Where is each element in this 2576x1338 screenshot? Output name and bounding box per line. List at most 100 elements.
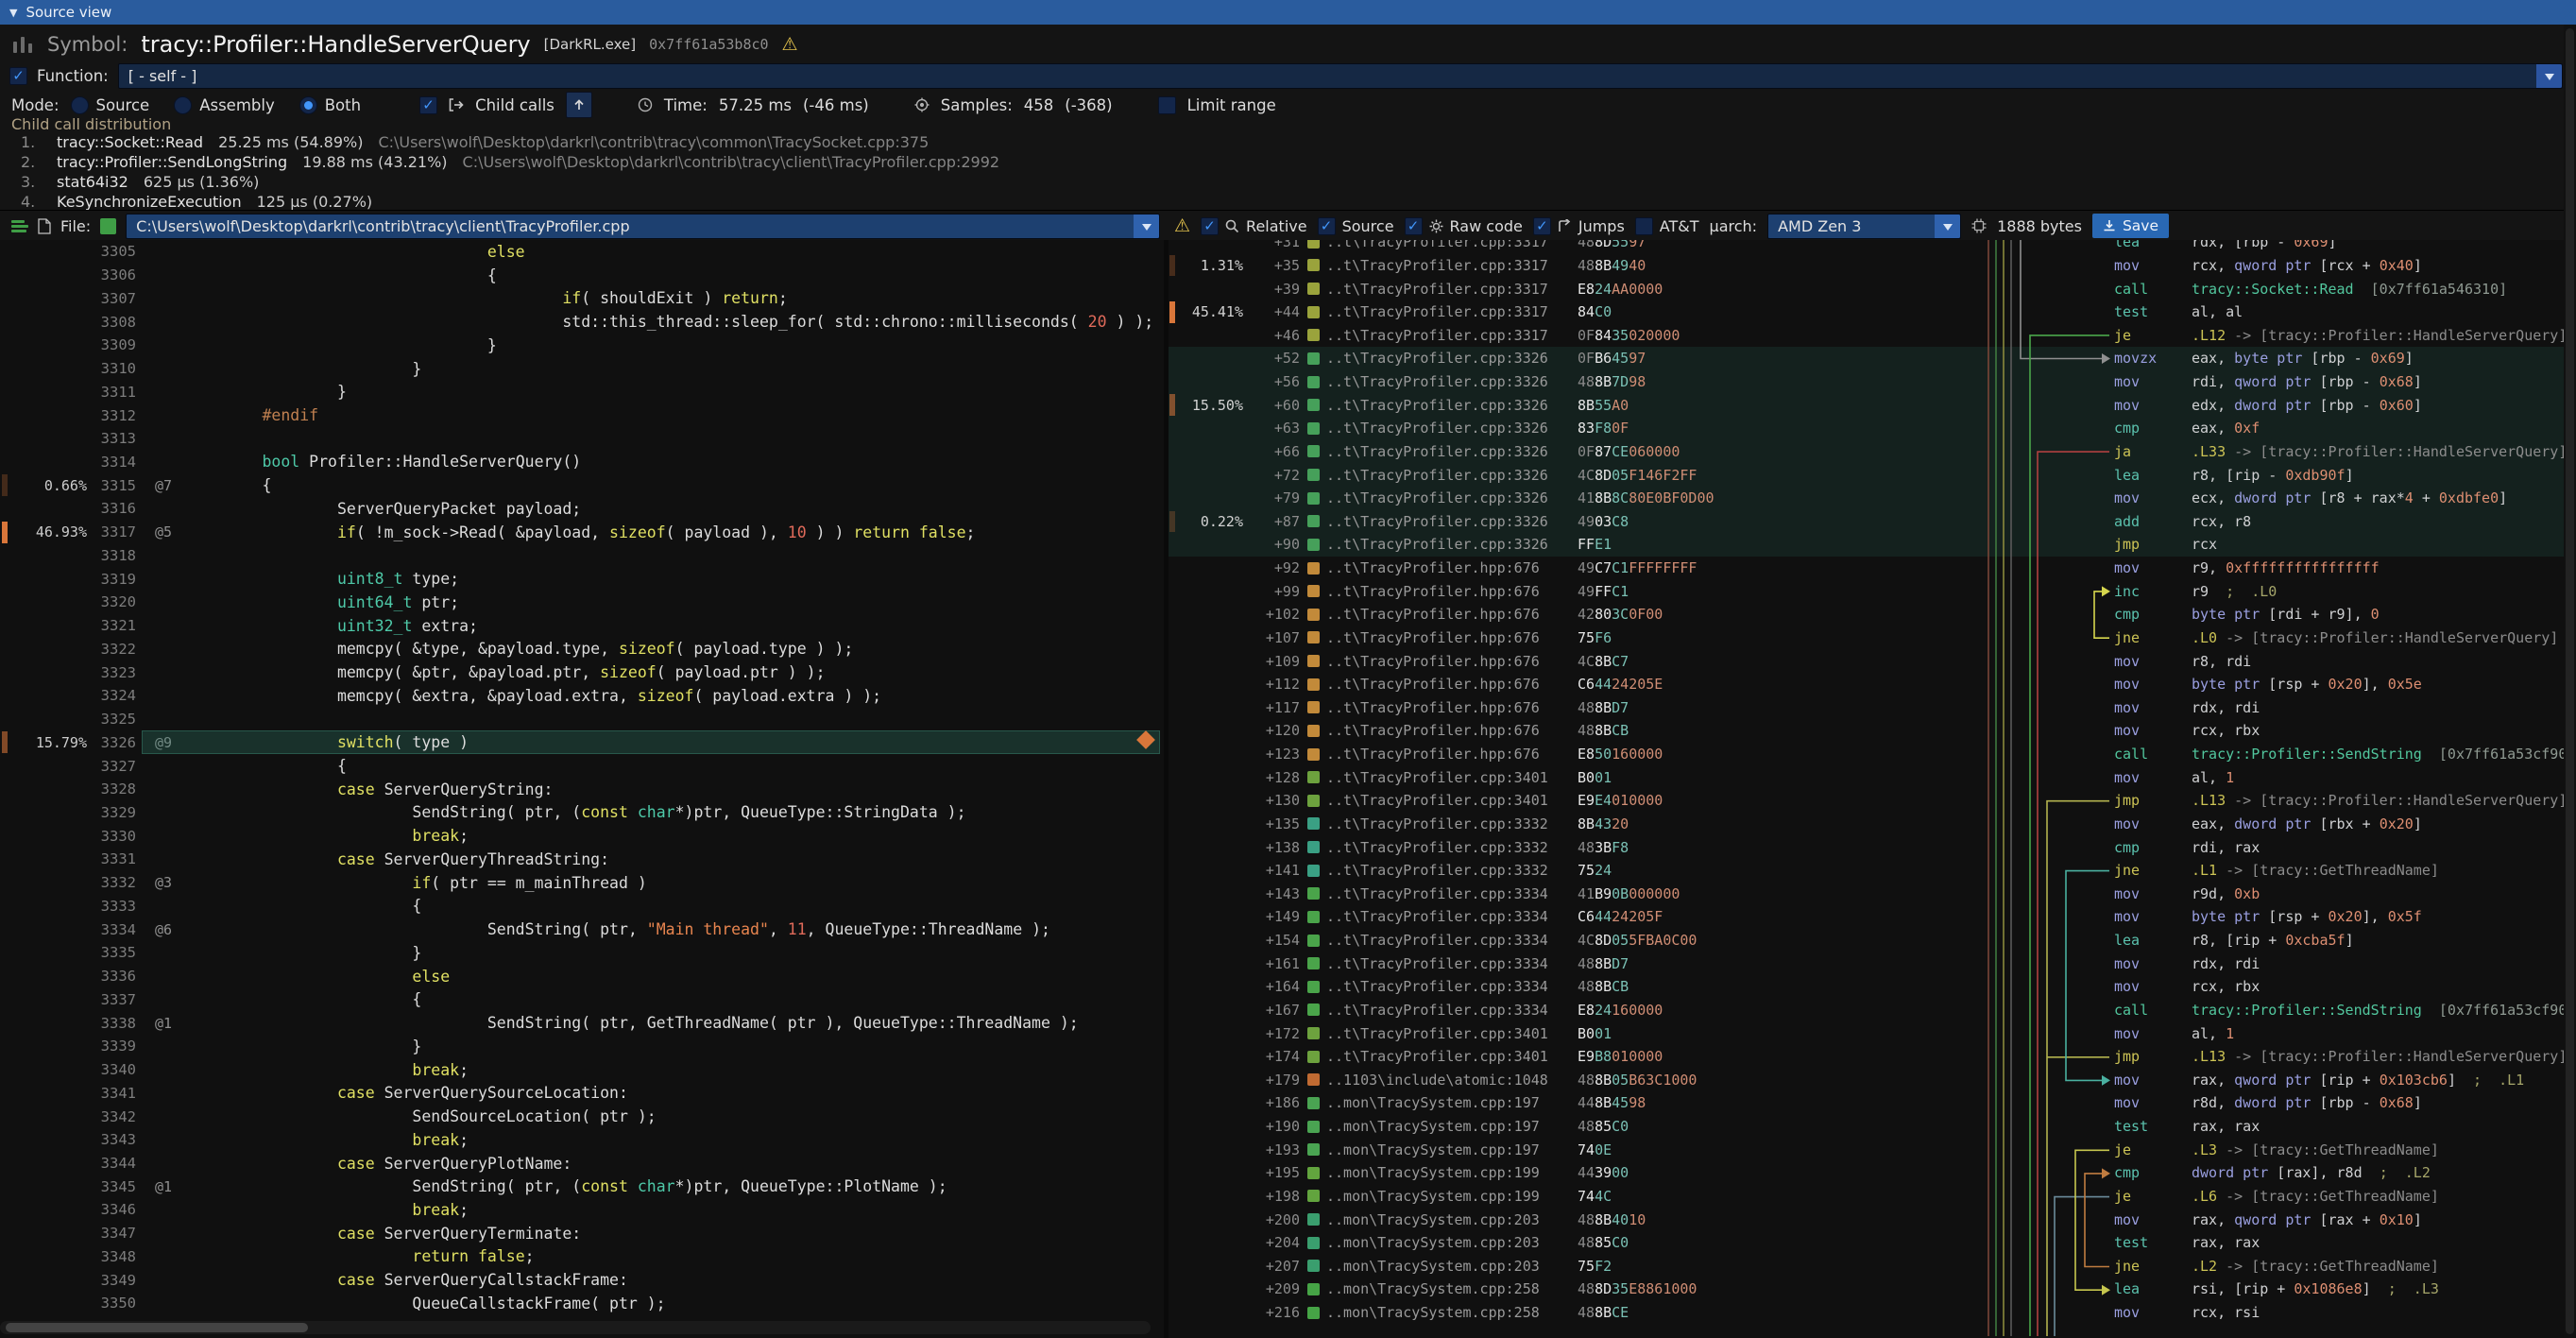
asm-row[interactable]: +56..t\TracyProfiler.cpp:3326488B7D98mov…: [1169, 370, 2564, 394]
asm-row[interactable]: +92..t\TracyProfiler.hpp:67649C7C1FFFFFF…: [1169, 557, 2564, 580]
asm-row[interactable]: +186..mon\TracySystem.cpp:197448B4598mov…: [1169, 1091, 2564, 1115]
source-line[interactable]: 3322memcpy( &type, &payload.type, sizeof…: [0, 637, 1164, 660]
source-line[interactable]: 3324memcpy( &extra, &payload.extra, size…: [0, 684, 1164, 708]
source-line[interactable]: 3310}: [0, 357, 1164, 381]
relative-checkbox[interactable]: ✓: [1201, 217, 1219, 235]
source-location[interactable]: ..t\TracyProfiler.hpp:676: [1326, 699, 1578, 716]
asm-row[interactable]: +195..mon\TracySystem.cpp:199443900cmpdw…: [1169, 1161, 2564, 1185]
source-line[interactable]: 3309}: [0, 334, 1164, 357]
asm-row[interactable]: +209..mon\TracySystem.cpp:258488D35E8861…: [1169, 1278, 2564, 1301]
child-call-item[interactable]: 2.tracy::Profiler::SendLongString19.88 m…: [0, 152, 2576, 172]
source-line[interactable]: 3333{: [0, 895, 1164, 918]
source-line[interactable]: 3342SendSourceLocation( ptr );: [0, 1105, 1164, 1128]
source-location[interactable]: ..mon\TracySystem.cpp:203: [1326, 1211, 1578, 1228]
source-line[interactable]: 3321uint32_t extra;: [0, 614, 1164, 638]
source-line[interactable]: 3319uint8_t type;: [0, 567, 1164, 591]
asm-row[interactable]: +149..t\TracyProfiler.cpp:3334C64424205F…: [1169, 905, 2564, 929]
child-call-name[interactable]: KeSynchronizeExecution: [57, 193, 242, 210]
asm-row[interactable]: 15.50%+60..t\TracyProfiler.cpp:33268B55A…: [1169, 393, 2564, 417]
asm-row[interactable]: +102..t\TracyProfiler.hpp:67642803C0F00c…: [1169, 603, 2564, 626]
asm-row[interactable]: +164..t\TracyProfiler.cpp:3334488BCBmovr…: [1169, 975, 2564, 999]
source-line[interactable]: 3336else: [0, 965, 1164, 988]
source-line[interactable]: 3341case ServerQuerySourceLocation:: [0, 1081, 1164, 1105]
asm-row[interactable]: +204..mon\TracySystem.cpp:2034885C0testr…: [1169, 1231, 2564, 1255]
source-line[interactable]: 3348return false;: [0, 1245, 1164, 1269]
collapse-icon[interactable]: ▼: [9, 8, 17, 18]
asm-row[interactable]: +120..t\TracyProfiler.hpp:676488BCBmovrc…: [1169, 719, 2564, 743]
source-location[interactable]: ..mon\TracySystem.cpp:197: [1326, 1141, 1578, 1158]
asm-row[interactable]: +128..t\TracyProfiler.cpp:3401B001moval,…: [1169, 765, 2564, 789]
child-calls-checkbox[interactable]: ✓: [419, 96, 437, 114]
asm-row[interactable]: +46..t\TracyProfiler.cpp:33170F843502000…: [1169, 324, 2564, 348]
source-line[interactable]: 3305else: [0, 240, 1164, 264]
source-line[interactable]: 46.93%3317@5if( !m_sock->Read( &payload,…: [0, 521, 1164, 544]
source-location[interactable]: ..mon\TracySystem.cpp:203: [1326, 1234, 1578, 1251]
asm-row[interactable]: +31..t\TracyProfiler.cpp:3317488D5597lea…: [1169, 240, 2564, 254]
child-call-item[interactable]: 1.tracy::Socket::Read25.25 ms (54.89%)C:…: [0, 132, 2576, 152]
source-location[interactable]: ..t\TracyProfiler.cpp:3332: [1326, 815, 1578, 832]
asm-row[interactable]: +130..t\TracyProfiler.cpp:3401E9E4010000…: [1169, 789, 2564, 813]
att-checkbox[interactable]: ✓: [1635, 217, 1653, 235]
asm-row[interactable]: +200..mon\TracySystem.cpp:203488B4010mov…: [1169, 1208, 2564, 1231]
source-line[interactable]: 3306{: [0, 264, 1164, 287]
asm-row[interactable]: 1.31%+35..t\TracyProfiler.cpp:3317488B49…: [1169, 254, 2564, 278]
source-line[interactable]: 3313: [0, 427, 1164, 451]
source-line[interactable]: 3331case ServerQueryThreadString:: [0, 848, 1164, 871]
asm-row[interactable]: +117..t\TracyProfiler.hpp:676488BD7movrd…: [1169, 696, 2564, 720]
save-button[interactable]: Save: [2092, 214, 2169, 238]
source-location[interactable]: ..t\TracyProfiler.cpp:3401: [1326, 1025, 1578, 1042]
uarch-dropdown[interactable]: AMD Zen 3: [1767, 214, 1961, 239]
source-line[interactable]: 3327{: [0, 754, 1164, 778]
raw-code-checkbox[interactable]: ✓: [1405, 217, 1423, 235]
source-line[interactable]: 3344case ServerQueryPlotName:: [0, 1152, 1164, 1175]
source-location[interactable]: ..t\TracyProfiler.cpp:3326: [1326, 467, 1578, 484]
source-location[interactable]: ..t\TracyProfiler.hpp:676: [1326, 722, 1578, 739]
source-line[interactable]: 3330break;: [0, 824, 1164, 848]
asm-row[interactable]: +112..t\TracyProfiler.hpp:676C64424205Em…: [1169, 673, 2564, 696]
scrollbar-thumb[interactable]: [2566, 28, 2574, 1334]
source-line[interactable]: 3340break;: [0, 1058, 1164, 1082]
child-call-name[interactable]: stat64i32: [57, 173, 128, 191]
source-line[interactable]: 3325: [0, 708, 1164, 731]
source-line[interactable]: 0.66%3315@7{: [0, 473, 1164, 497]
source-line[interactable]: 3345@1SendString( ptr, (const char*)ptr,…: [0, 1175, 1164, 1198]
source-location[interactable]: ..t\TracyProfiler.cpp:3326: [1326, 397, 1578, 414]
child-call-name[interactable]: tracy::Profiler::SendLongString: [57, 153, 287, 171]
title-bar[interactable]: ▼ Source view: [0, 0, 2576, 25]
source-location[interactable]: ..t\TracyProfiler.cpp:3326: [1326, 373, 1578, 390]
source-location[interactable]: ..t\TracyProfiler.cpp:3317: [1326, 281, 1578, 298]
asm-row[interactable]: +143..t\TracyProfiler.cpp:333441B90B0000…: [1169, 883, 2564, 906]
source-location[interactable]: ..t\TracyProfiler.cpp:3334: [1326, 1002, 1578, 1019]
asm-row[interactable]: +52..t\TracyProfiler.cpp:33260FB64597mov…: [1169, 347, 2564, 370]
asm-row[interactable]: +138..t\TracyProfiler.cpp:3332483BF8cmpr…: [1169, 835, 2564, 859]
source-location[interactable]: ..t\TracyProfiler.cpp:3334: [1326, 955, 1578, 972]
source-line[interactable]: 3339}: [0, 1035, 1164, 1058]
asm-row[interactable]: +72..t\TracyProfiler.cpp:33264C8D05F146F…: [1169, 463, 2564, 487]
source-line[interactable]: 3350QueueCallstackFrame( ptr );: [0, 1292, 1164, 1315]
source-location[interactable]: ..t\TracyProfiler.hpp:676: [1326, 676, 1578, 693]
source-line[interactable]: 15.79%3326@9switch( type ): [0, 730, 1164, 754]
mode-radio-assembly[interactable]: Assembly: [174, 96, 275, 114]
source-location[interactable]: ..t\TracyProfiler.cpp:3326: [1326, 536, 1578, 553]
source-location[interactable]: ..mon\TracySystem.cpp:203: [1326, 1258, 1578, 1275]
source-location[interactable]: ..t\TracyProfiler.cpp:3401: [1326, 1048, 1578, 1065]
asm-row[interactable]: +216..mon\TracySystem.cpp:258488BCEmovrc…: [1169, 1301, 2564, 1325]
asm-row[interactable]: +198..mon\TracySystem.cpp:199744Cje.L6 -…: [1169, 1185, 2564, 1209]
asm-row[interactable]: +179..1103\include\atomic:1048488B05B63C…: [1169, 1069, 2564, 1092]
asm-row[interactable]: +90..t\TracyProfiler.cpp:3326FFE1jmprcx: [1169, 533, 2564, 557]
child-call-item[interactable]: 3.stat64i32625 μs (1.36%): [0, 172, 2576, 192]
window-scrollbar[interactable]: [2564, 25, 2576, 1338]
source-location[interactable]: ..t\TracyProfiler.cpp:3317: [1326, 257, 1578, 274]
source-location[interactable]: ..t\TracyProfiler.cpp:3326: [1326, 489, 1578, 506]
source-location[interactable]: ..t\TracyProfiler.hpp:676: [1326, 653, 1578, 670]
source-location[interactable]: ..t\TracyProfiler.hpp:676: [1326, 559, 1578, 576]
relative-toggle[interactable]: ✓ Relative: [1201, 217, 1307, 235]
asm-row[interactable]: +79..t\TracyProfiler.cpp:3326418B8C80E0B…: [1169, 487, 2564, 510]
asm-row[interactable]: +172..t\TracyProfiler.cpp:3401B001moval,…: [1169, 1021, 2564, 1045]
asm-row[interactable]: +161..t\TracyProfiler.cpp:3334488BD7movr…: [1169, 952, 2564, 975]
source-location[interactable]: ..mon\TracySystem.cpp:199: [1326, 1188, 1578, 1205]
source-location[interactable]: ..mon\TracySystem.cpp:197: [1326, 1094, 1578, 1111]
source-line[interactable]: 3323memcpy( &ptr, &payload.ptr, sizeof( …: [0, 660, 1164, 684]
source-location[interactable]: ..mon\TracySystem.cpp:258: [1326, 1304, 1578, 1321]
source-location[interactable]: ..t\TracyProfiler.cpp:3326: [1326, 513, 1578, 530]
